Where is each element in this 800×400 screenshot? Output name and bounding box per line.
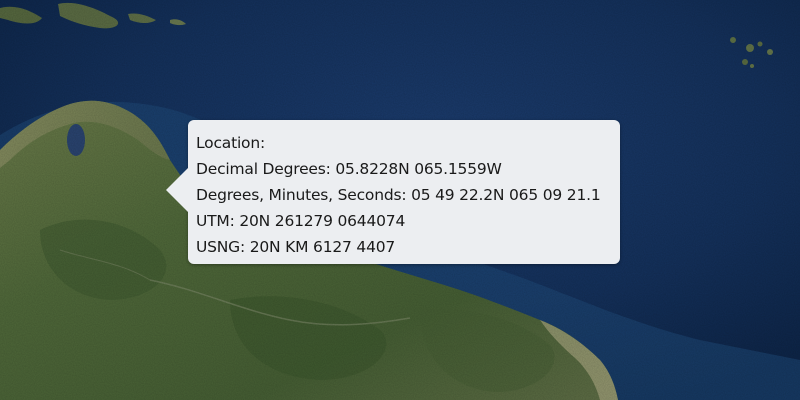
- utm-text: UTM: 20N 261279 0644074: [196, 212, 406, 230]
- callout-title: Location:: [196, 134, 265, 152]
- map-view[interactable]: Location: Decimal Degrees: 05.8228N 065.…: [0, 0, 800, 400]
- location-callout: Location: Decimal Degrees: 05.8228N 065.…: [166, 120, 620, 264]
- dms-text: Degrees, Minutes, Seconds: 05 49 22.2N 0…: [196, 186, 601, 204]
- decimal-degrees-text: Decimal Degrees: 05.8228N 065.1559W: [196, 160, 502, 178]
- callout-pointer: [166, 168, 188, 212]
- usng-text: USNG: 20N KM 6127 4407: [196, 238, 396, 256]
